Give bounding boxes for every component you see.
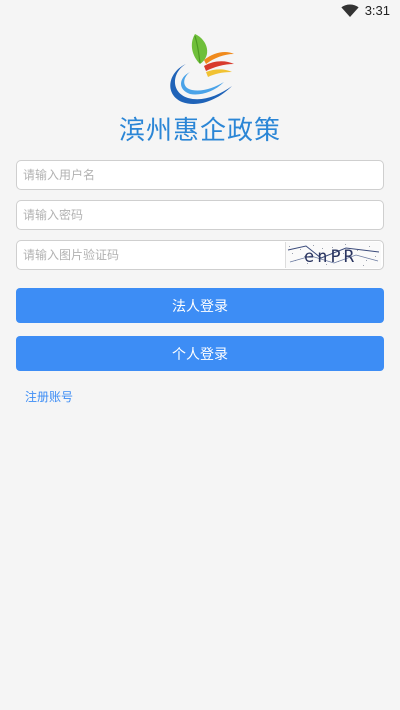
app-logo-icon — [170, 34, 234, 105]
wifi-icon — [341, 3, 359, 17]
register-link[interactable]: 注册账号 — [25, 388, 73, 405]
password-field-container — [16, 200, 384, 230]
captcha-graphic: enPR — [287, 244, 380, 267]
username-field-container — [16, 160, 384, 190]
status-bar: 3:31 — [0, 0, 400, 24]
password-input[interactable] — [17, 201, 383, 229]
captcha-image[interactable]: enPR — [285, 242, 381, 268]
status-icons: 3:31 — [341, 3, 390, 18]
captcha-text: enPR — [304, 247, 357, 267]
personal-login-button[interactable]: 个人登录 — [16, 336, 384, 371]
username-input[interactable] — [17, 161, 383, 189]
captcha-field-container: enPR — [16, 240, 384, 270]
legal-login-button[interactable]: 法人登录 — [16, 288, 384, 323]
captcha-input[interactable] — [17, 241, 285, 269]
status-time: 3:31 — [364, 3, 390, 18]
app-title: 滨州惠企政策 — [118, 116, 281, 146]
